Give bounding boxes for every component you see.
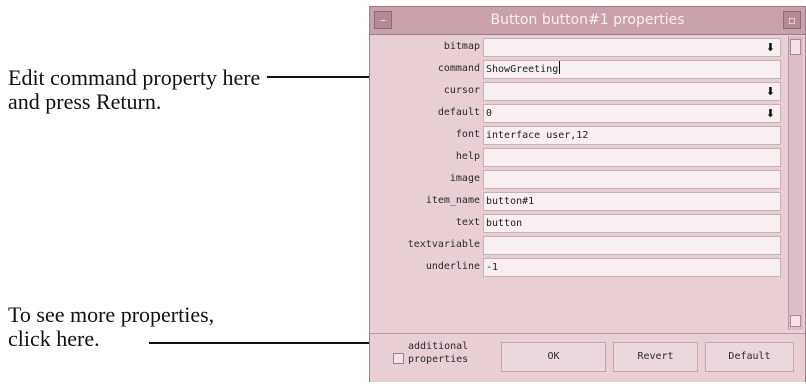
additional-properties-label-line-1: additional — [408, 341, 469, 352]
down-arrow-icon[interactable]: ⬇ — [766, 85, 775, 98]
property-label-underline: underline — [425, 261, 480, 272]
revert-button[interactable]: Revert — [613, 342, 698, 372]
property-field-text[interactable]: button — [483, 214, 781, 233]
property-label-text: text — [455, 217, 480, 228]
property-field-textvariable[interactable] — [483, 236, 781, 255]
window-title: Button button#1 properties — [490, 12, 685, 28]
property-label-default: default — [437, 107, 480, 118]
title-bar[interactable]: – Button button#1 properties ▫ — [370, 7, 805, 35]
additional-properties-label[interactable]: additional properties — [408, 340, 468, 366]
maximize-button[interactable]: ▫ — [783, 11, 801, 29]
property-value-item-name: button#1 — [486, 196, 535, 207]
property-label-image: image — [449, 173, 480, 184]
down-arrow-icon[interactable]: ⬇ — [766, 41, 775, 54]
additional-properties-label-line-2: properties — [408, 354, 469, 365]
property-field-font[interactable]: interface user,12 — [483, 126, 781, 145]
property-value-default: 0 — [486, 108, 493, 119]
property-field-item-name[interactable]: button#1 — [483, 192, 781, 211]
square-icon: ▫ — [787, 13, 797, 27]
callout-more-properties-line-2: click here. — [8, 326, 100, 351]
text-cursor — [559, 61, 561, 74]
default-button[interactable]: Default — [705, 342, 794, 372]
property-value-text: button — [486, 218, 523, 229]
property-field-command[interactable]: ShowGreeting — [483, 60, 781, 79]
property-label-item-name: item_name — [425, 195, 480, 206]
callout-more-properties-line-1: To see more properties, — [8, 302, 215, 327]
property-value-underline: -1 — [486, 262, 499, 273]
ok-button[interactable]: OK — [501, 342, 606, 372]
property-label-cursor: cursor — [443, 85, 480, 96]
property-value-font: interface user,12 — [486, 130, 589, 141]
property-label-textvariable: textvariable — [407, 239, 480, 250]
additional-properties-checkbox[interactable] — [393, 353, 404, 364]
property-field-help[interactable] — [483, 148, 781, 167]
property-value-command: ShowGreeting — [486, 64, 559, 75]
callout-edit-command: Edit command property here and press Ret… — [8, 66, 378, 114]
property-field-default[interactable]: 0 ⬇ — [483, 104, 781, 123]
property-field-cursor[interactable]: ⬇ — [483, 82, 781, 101]
scrollbar-thumb[interactable] — [790, 39, 801, 55]
callout-edit-command-leader — [267, 76, 384, 78]
property-field-bitmap[interactable]: ⬇ — [483, 38, 781, 57]
property-field-underline[interactable]: -1 — [483, 258, 781, 277]
down-arrow-icon[interactable]: ⬇ — [766, 107, 775, 120]
property-label-command: command — [437, 63, 480, 74]
property-label-font: font — [455, 129, 480, 140]
callout-more-properties-leader — [149, 342, 393, 344]
property-label-bitmap: bitmap — [443, 41, 480, 52]
button-row: additional properties OK Revert Default — [370, 333, 805, 382]
button-properties-window: – Button button#1 properties ▫ bitmap ⬇ … — [369, 6, 806, 382]
property-field-image[interactable] — [483, 170, 781, 189]
callout-edit-command-line-2: and press Return. — [8, 89, 162, 114]
scrollbar-bottom-button[interactable] — [790, 315, 801, 327]
callout-edit-command-line-1: Edit command property here — [8, 65, 261, 90]
vertical-scrollbar[interactable] — [788, 36, 803, 330]
property-label-help: help — [455, 151, 480, 162]
